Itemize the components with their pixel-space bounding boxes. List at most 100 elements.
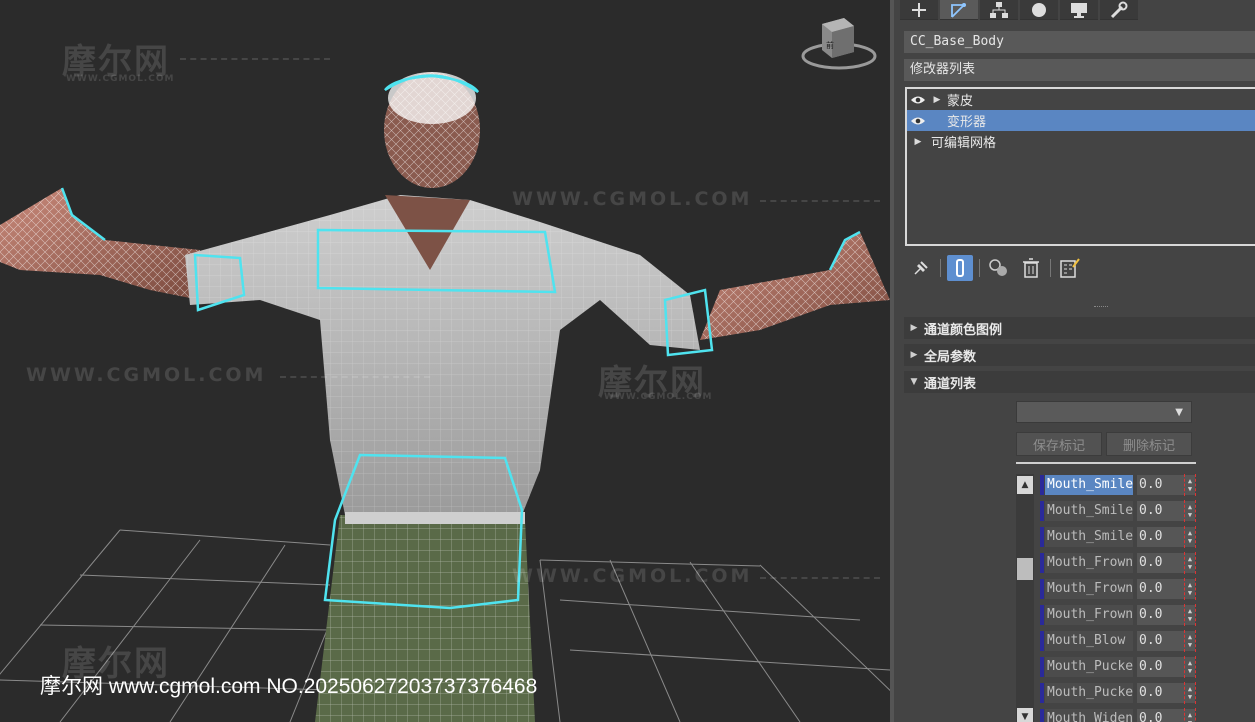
channel-name-button[interactable]: Mouth_Smile bbox=[1045, 501, 1133, 521]
channel-name-button[interactable]: Mouth_Widen bbox=[1045, 709, 1133, 722]
scroll-down-icon[interactable]: ▼ bbox=[1017, 708, 1033, 722]
channel-name-button[interactable]: Mouth_Blow bbox=[1045, 631, 1133, 651]
pin-stack-icon bbox=[914, 261, 928, 275]
stack-item-morpher[interactable]: 变形器 bbox=[907, 110, 1255, 131]
perspective-viewport[interactable]: 摩尔网 WWW.CGMOL.COM WWW.CGMOL.COM WWW.CGMO… bbox=[0, 0, 890, 722]
tab-utilities[interactable] bbox=[1100, 0, 1138, 20]
remove-modifier-button[interactable] bbox=[1018, 255, 1044, 281]
rollout-title: 通道颜色图例 bbox=[924, 322, 1003, 338]
channel-marker bbox=[1040, 527, 1044, 547]
character-head bbox=[384, 72, 480, 188]
channel-name-button[interactable]: Mouth_Frown bbox=[1045, 553, 1133, 573]
marker-select-dropdown[interactable]: ▼ bbox=[1016, 401, 1192, 423]
panel-resize-grip[interactable] bbox=[1094, 306, 1108, 308]
create-icon bbox=[912, 2, 926, 17]
channel-name-button[interactable]: Mouth_Pucke bbox=[1045, 657, 1133, 677]
stack-item-label: 蒙皮 bbox=[947, 94, 974, 109]
save-marker-button[interactable]: 保存标记 bbox=[1016, 432, 1102, 456]
channel-value: 0.0 bbox=[1139, 711, 1163, 722]
configure-modifier-sets-button[interactable] bbox=[1057, 255, 1083, 281]
rollout-title: 全局参数 bbox=[924, 349, 977, 365]
modifier-list-dropdown[interactable]: 修改器列表 bbox=[904, 59, 1255, 81]
channel-name-button[interactable]: Mouth_Pucke bbox=[1045, 683, 1133, 703]
rollout-title: 通道列表 bbox=[924, 376, 977, 392]
channel-value: 0.0 bbox=[1139, 503, 1163, 518]
channel-limit-indicator bbox=[1184, 552, 1196, 574]
channel-row[interactable]: Mouth_Pucke 0.0 ▲ ▼ bbox=[1040, 656, 1200, 678]
channel-scrollbar[interactable]: ▲ ▼ bbox=[1016, 474, 1034, 722]
expand-triangle-icon: ▶ bbox=[910, 323, 918, 333]
object-name-field[interactable]: CC_Base_Body bbox=[904, 31, 1255, 53]
channel-limit-indicator bbox=[1184, 474, 1196, 496]
channel-value: 0.0 bbox=[1139, 555, 1163, 570]
channel-row[interactable]: Mouth_Frown 0.0 ▲ ▼ bbox=[1040, 552, 1200, 574]
channel-marker bbox=[1040, 683, 1044, 703]
channel-limit-indicator bbox=[1184, 604, 1196, 626]
scrollbar-thumb[interactable] bbox=[1017, 558, 1033, 580]
channel-row[interactable]: Mouth_Smile 0.0 ▲ ▼ bbox=[1040, 474, 1200, 496]
channel-name-button[interactable]: Mouth_Frown bbox=[1045, 605, 1133, 625]
scroll-up-icon[interactable]: ▲ bbox=[1017, 476, 1033, 494]
watermark-domain: WWW.CGMOL.COM bbox=[604, 392, 713, 402]
channel-marker bbox=[1040, 631, 1044, 651]
watermark-domain: WWW.CGMOL.COM bbox=[66, 74, 175, 84]
channel-value: 0.0 bbox=[1139, 659, 1163, 674]
source-caption: 摩尔网 www.cgmol.com NO.2025062720373737646… bbox=[40, 675, 538, 698]
channel-marker bbox=[1040, 657, 1044, 677]
channel-name-button[interactable]: Mouth_Smile bbox=[1045, 527, 1133, 547]
expand-triangle-icon: ▶ bbox=[910, 350, 918, 360]
tab-motion[interactable] bbox=[1020, 0, 1058, 20]
channel-value: 0.0 bbox=[1139, 581, 1163, 596]
viewcube[interactable]: 前 bbox=[800, 12, 878, 74]
make-unique-button[interactable] bbox=[986, 255, 1012, 281]
show-end-result-icon bbox=[956, 259, 964, 277]
tab-modify[interactable] bbox=[940, 0, 978, 20]
pin-stack-button[interactable] bbox=[908, 255, 934, 281]
channel-row[interactable]: Mouth_Frown 0.0 ▲ ▼ bbox=[1040, 604, 1200, 626]
expand-triangle-icon[interactable]: ▶ bbox=[907, 137, 929, 147]
channel-limit-indicator bbox=[1184, 656, 1196, 678]
delete-marker-button[interactable]: 删除标记 bbox=[1106, 432, 1192, 456]
expand-triangle-icon[interactable]: ▶ bbox=[929, 95, 945, 105]
watermark-url: WWW.CGMOL.COM bbox=[26, 364, 267, 386]
collapse-triangle-icon: ▼ bbox=[910, 377, 918, 387]
watermark-url: WWW.CGMOL.COM bbox=[512, 565, 753, 587]
channel-row[interactable]: Mouth_Pucke 0.0 ▲ ▼ bbox=[1040, 682, 1200, 704]
rollout-global-parameters[interactable]: ▶ 全局参数 bbox=[904, 344, 1255, 366]
channel-row[interactable]: Mouth_Blow 0.0 ▲ ▼ bbox=[1040, 630, 1200, 652]
channel-name-button[interactable]: Mouth_Frown bbox=[1045, 579, 1133, 599]
utilities-icon bbox=[1110, 1, 1128, 18]
tab-create[interactable] bbox=[900, 0, 938, 20]
tab-hierarchy[interactable] bbox=[980, 0, 1018, 20]
channel-row[interactable]: Mouth_Smile 0.0 ▲ ▼ bbox=[1040, 526, 1200, 548]
stack-item-editable-mesh[interactable]: ▶ 可编辑网格 bbox=[907, 131, 1255, 152]
channel-value: 0.0 bbox=[1139, 685, 1163, 700]
channel-row[interactable]: Mouth_Widen0.0▲▼ bbox=[1040, 708, 1200, 722]
hierarchy-icon bbox=[990, 1, 1008, 18]
channel-marker bbox=[1040, 709, 1044, 722]
channel-row[interactable]: Mouth_Frown 0.0 ▲ ▼ bbox=[1040, 578, 1200, 600]
viewport-scene bbox=[0, 72, 890, 722]
channel-marker bbox=[1040, 605, 1044, 625]
eye-icon[interactable] bbox=[907, 95, 929, 105]
rollout-channel-list[interactable]: ▼ 通道列表 bbox=[904, 371, 1255, 393]
eye-icon[interactable] bbox=[907, 116, 929, 126]
watermark-dash bbox=[760, 200, 880, 202]
stack-item-skin[interactable]: ▶ 蒙皮 bbox=[907, 89, 1255, 110]
channel-value: 0.0 bbox=[1139, 529, 1163, 544]
channel-name-button[interactable]: Mouth_Smile bbox=[1045, 475, 1133, 495]
show-end-result-button[interactable] bbox=[947, 255, 973, 281]
command-panel-tabs bbox=[900, 0, 1140, 24]
channel-limit-indicator bbox=[1184, 630, 1196, 652]
tab-display[interactable] bbox=[1060, 0, 1098, 20]
channel-limit-indicator bbox=[1184, 682, 1196, 704]
configure-modifier-sets-icon bbox=[1060, 258, 1080, 278]
channel-limit-indicator bbox=[1184, 578, 1196, 600]
channel-row[interactable]: Mouth_Smile 0.0 ▲ ▼ bbox=[1040, 500, 1200, 522]
modifier-stack[interactable]: ▶ 蒙皮 变形器 ▶ 可编辑网格 bbox=[905, 87, 1255, 246]
divider bbox=[1016, 462, 1196, 464]
command-panel: CC_Base_Body 修改器列表 ▶ 蒙皮 变形器 ▶ 可编辑网格 ▶ 通道… bbox=[890, 0, 1255, 722]
channel-marker bbox=[1040, 501, 1044, 521]
chevron-down-icon: ▼ bbox=[1175, 407, 1183, 418]
rollout-channel-color-legend[interactable]: ▶ 通道颜色图例 bbox=[904, 317, 1255, 339]
